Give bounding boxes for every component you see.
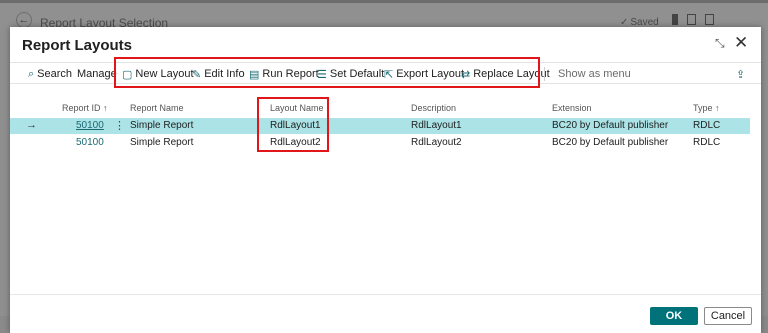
show-as-menu-button[interactable]: Show as menu: [558, 66, 631, 82]
column-header-report-name[interactable]: Report Name: [130, 103, 184, 113]
search-icon: ⌕: [28, 67, 35, 80]
layout-name-highlight-box: [257, 97, 329, 152]
search-label: Search: [37, 68, 73, 80]
cancel-button[interactable]: Cancel: [704, 307, 752, 325]
column-header-report-id[interactable]: Report ID ↑: [62, 103, 108, 113]
extension-cell: BC20 by Default publisher: [552, 120, 669, 131]
report-id-cell[interactable]: 50100: [76, 137, 104, 148]
back-arrow-icon: ←: [16, 12, 32, 28]
footer-divider: [10, 294, 761, 295]
action-separator: [544, 67, 545, 81]
table-row[interactable]: 50100 Simple Report RdlLayout2 RdlLayout…: [10, 135, 750, 151]
report-name-cell: Simple Report: [130, 120, 194, 131]
type-cell: RDLC: [693, 120, 721, 131]
ok-button[interactable]: OK: [650, 307, 698, 325]
column-header-type[interactable]: Type ↑: [693, 103, 720, 113]
dialog-title: Report Layouts: [22, 37, 133, 54]
report-layouts-dialog: Report Layouts ⤡ ✕ ⌕ Search Manage ▢ New L…: [10, 27, 761, 333]
manage-button[interactable]: Manage: [77, 66, 117, 82]
column-header-description[interactable]: Description: [411, 103, 456, 113]
description-cell: RdlLayout2: [411, 137, 462, 148]
show-as-menu-label: Show as menu: [558, 68, 631, 80]
extension-cell: BC20 by Default publisher: [552, 137, 669, 148]
column-header-extension[interactable]: Extension: [552, 103, 592, 113]
manage-label: Manage: [77, 68, 117, 80]
collapse-icon[interactable]: ⤡: [715, 36, 725, 51]
row-actions-icon[interactable]: ⋮: [114, 119, 125, 132]
report-name-cell: Simple Report: [130, 137, 194, 148]
share-icon[interactable]: ⇪: [736, 66, 748, 82]
row-indicator-arrow-icon: →: [26, 119, 37, 131]
background-page-icons: [672, 14, 714, 25]
report-id-cell[interactable]: 50100: [76, 120, 104, 131]
bookmark-icon: [672, 14, 678, 25]
close-icon[interactable]: ✕: [734, 33, 748, 53]
share-arrow-icon: ⇪: [736, 68, 746, 81]
table-row[interactable]: → 50100 ⋮ Simple Report RdlLayout1 RdlLa…: [10, 118, 750, 134]
search-button[interactable]: ⌕ Search: [28, 66, 72, 82]
description-cell: RdlLayout1: [411, 120, 462, 131]
type-cell: RDLC: [693, 137, 721, 148]
background-page-header: ← Report Layout Selection ✓ Saved: [0, 0, 768, 30]
open-new-window-icon: [687, 14, 696, 25]
expand-icon: [705, 14, 714, 25]
actions-highlight-box: [114, 57, 540, 88]
